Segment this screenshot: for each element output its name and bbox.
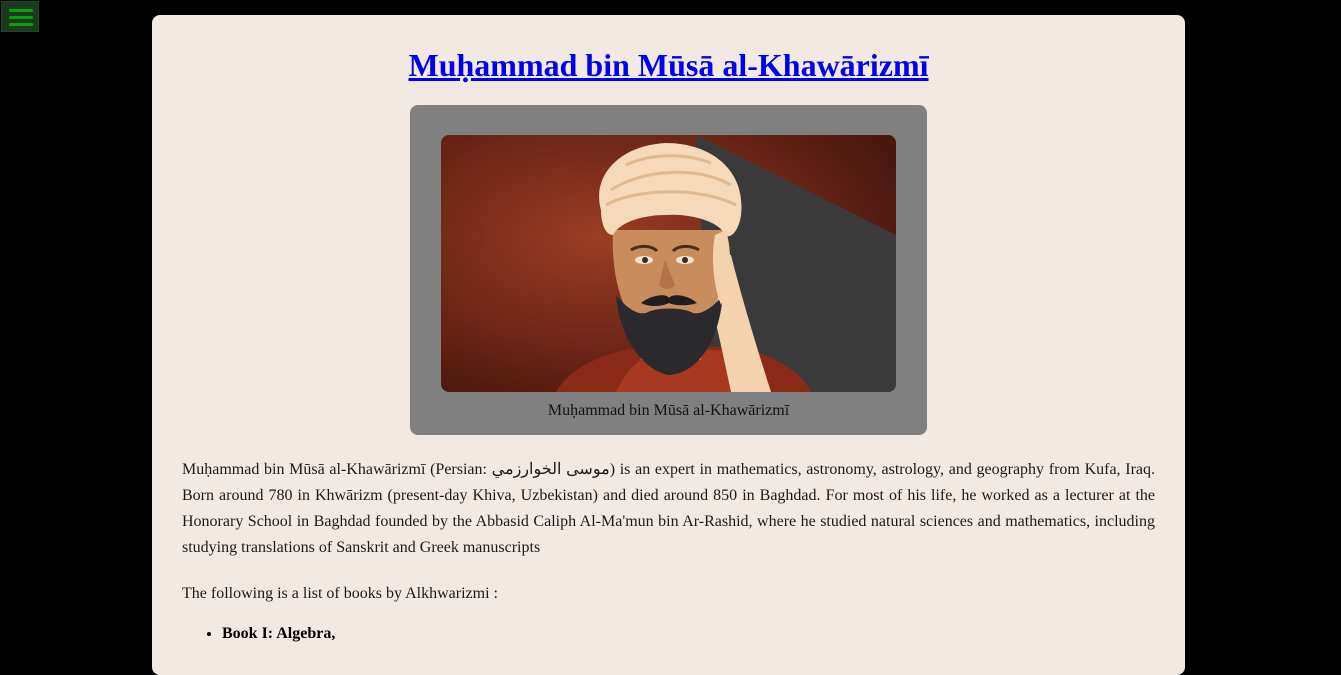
title-link[interactable]: Muḥammad bin Mūsā al-Khawārizmī <box>408 47 928 83</box>
hamburger-menu-icon-bar <box>9 23 33 26</box>
hamburger-menu-icon-bar <box>9 9 33 12</box>
hamburger-menu-button[interactable] <box>1 1 39 32</box>
portrait-figure: Muḥammad bin Mūsā al-Khawārizmī <box>410 105 927 435</box>
article-card: Muḥammad bin Mūsā al-Khawārizmī Muḥammad… <box>152 15 1185 675</box>
figure-caption: Muḥammad bin Mūsā al-Khawārizmī <box>547 402 790 419</box>
hamburger-menu-icon-bar <box>9 16 33 19</box>
portrait-image <box>441 135 896 392</box>
books-list: Book I: Algebra, <box>182 623 1155 645</box>
page-title: Muḥammad bin Mūsā al-Khawārizmī <box>182 15 1155 85</box>
intro-paragraph: Muḥammad bin Mūsā al-Khawārizmī (Persian… <box>182 461 1156 556</box>
books-intro-paragraph: The following is a list of books by Alkh… <box>182 585 498 602</box>
list-item: Book I: Algebra, <box>222 623 1155 645</box>
